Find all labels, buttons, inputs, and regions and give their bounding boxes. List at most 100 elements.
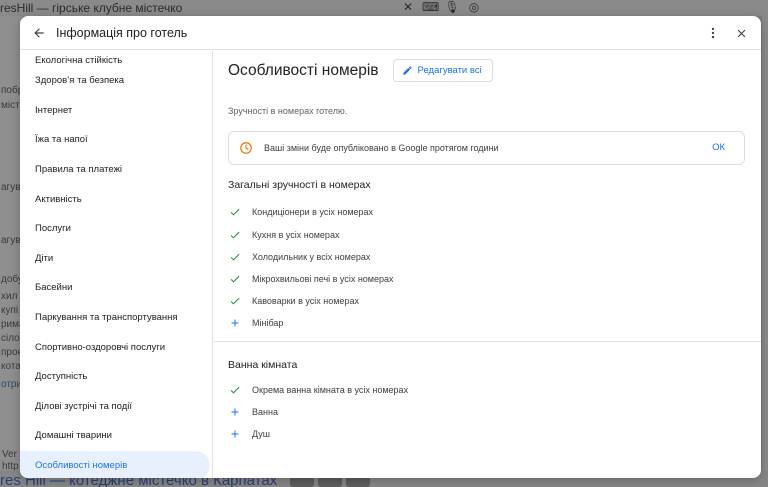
plus-icon: [231, 408, 239, 416]
amenity-label: Окрема ванна кімната в усіх номерах: [252, 385, 409, 395]
amenity-label: Мінібар: [252, 318, 284, 328]
background-fragment: сіло: [1, 333, 20, 344]
amenity-row: Кавоварки в усіх номерах: [228, 294, 359, 308]
amenity-label: Холодильник у всіх номерах: [252, 252, 371, 262]
background-fragment: агув: [1, 182, 21, 193]
sidebar-item[interactable]: Послуги: [20, 214, 212, 244]
sidebar-item-label: Екологічна стійкість: [35, 55, 123, 66]
sidebar-item-label: Басейни: [35, 282, 73, 294]
amenity-group-title: Загальні зручності в номерах: [228, 179, 371, 191]
plus-icon: [231, 319, 239, 327]
microphone-icon: 🎙: [444, 0, 460, 14]
edit-all-button[interactable]: Редагувати всі: [392, 59, 493, 82]
sidebar-item-label: Їжа та напої: [35, 134, 88, 146]
check-icon: [228, 250, 242, 264]
sidebar-item-label: Діти: [35, 252, 54, 264]
dialog-title: Інформація про готель: [56, 25, 188, 40]
check-icon: [230, 231, 240, 239]
amenity-label: Кухня в усіх номерах: [252, 230, 340, 240]
amenity-row[interactable]: Душ: [228, 427, 270, 441]
sidebar-item-label: Правила та платежі: [35, 164, 123, 176]
check-icon: [228, 272, 242, 286]
sidebar-item-label: Доступність: [35, 371, 88, 383]
check-icon: [228, 228, 242, 242]
check-icon: [228, 294, 242, 308]
background-fragment: хил: [1, 291, 18, 302]
check-icon: [230, 386, 240, 394]
hotel-info-dialog: Інформація про готель Екологічна стійкіс…: [20, 16, 761, 478]
background-fragment: кота: [1, 361, 21, 372]
sidebar-item[interactable]: Правила та платежі: [20, 155, 212, 185]
amenity-row: Мікрохвильові печі в усіх номерах: [228, 272, 394, 286]
sidebar-item[interactable]: Ділові зустрічі та події: [20, 392, 212, 422]
publish-notice: Ваші зміни буде опубліковано в Google пр…: [228, 131, 745, 165]
plus-icon: [231, 430, 239, 438]
dialog-header: Інформація про готель: [20, 16, 761, 50]
plus-icon[interactable]: [228, 405, 242, 419]
notice-ok-button[interactable]: ОК: [712, 142, 725, 153]
amenity-row: Холодильник у всіх номерах: [228, 250, 370, 264]
sidebar-item[interactable]: Домашні тварини: [20, 421, 212, 451]
background-fragment: купі: [1, 305, 19, 316]
check-icon: [228, 383, 242, 397]
check-icon: [228, 205, 242, 219]
more-vert-icon: [711, 27, 715, 39]
amenity-row[interactable]: Ванна: [228, 405, 278, 419]
background-fragment: отри: [1, 379, 23, 390]
close-icon: [737, 29, 745, 37]
sidebar-item[interactable]: Діти: [20, 244, 212, 274]
section-subtitle: Зручності в номерах готелю.: [228, 106, 348, 116]
background-fragment: міст: [1, 100, 20, 111]
sidebar-item[interactable]: Екологічна стійкість: [20, 51, 212, 66]
category-sidebar: Екологічна стійкість Здоров’я та безпека І…: [20, 51, 213, 478]
sidebar-item[interactable]: Інтернет: [20, 96, 212, 126]
check-icon: [230, 253, 240, 261]
sidebar-item[interactable]: Активність: [20, 184, 212, 214]
notice-text: Ваші зміни буде опубліковано в Google пр…: [264, 143, 499, 153]
check-icon: [230, 275, 240, 283]
background-topbar: resHill — гірське клубне містечко ✕ ⌨ 🎙 …: [0, 0, 768, 16]
sidebar-item[interactable]: Здоров’я та безпека: [20, 66, 212, 96]
close-button[interactable]: [727, 18, 755, 48]
sidebar-item[interactable]: Доступність: [20, 362, 212, 392]
sidebar-item[interactable]: Особливості номерів: [20, 450, 210, 478]
more-options-button[interactable]: [699, 18, 727, 48]
amenity-row: Кухня в усіх номерах: [228, 228, 339, 242]
amenity-row: Кондиціонери в усіх номерах: [228, 205, 373, 219]
background-left-strip: побра міст агув агув добу хил купі рима …: [0, 16, 29, 487]
sidebar-item[interactable]: Басейни: [20, 273, 212, 303]
plus-icon[interactable]: [228, 316, 242, 330]
sidebar-item-label: Спортивно-оздоровчі послуги: [35, 341, 166, 353]
amenity-row: Окрема ванна кімната в усіх номерах: [228, 383, 408, 397]
background-fragment: Ver: [2, 449, 18, 460]
plus-icon[interactable]: [228, 427, 242, 441]
sidebar-item-label: Ділові зустрічі та події: [35, 400, 133, 412]
edit-all-label: Редагувати всі: [417, 65, 482, 76]
background-right-strip: [762, 16, 768, 476]
section-divider: [214, 341, 761, 342]
keyboard-icon: ⌨: [422, 0, 440, 14]
close-icon: ✕: [402, 0, 414, 14]
sidebar-item-label: Домашні тварини: [35, 430, 112, 442]
clock-icon: [240, 142, 252, 154]
sidebar-item-label: Інтернет: [35, 104, 73, 116]
background-fragment: агув: [1, 235, 21, 246]
sidebar-item-label: Послуги: [35, 223, 71, 235]
sidebar-item[interactable]: Спортивно-оздоровчі послуги: [20, 332, 212, 362]
sidebar-item-label: Активність: [35, 193, 82, 205]
arrow-back-icon: [34, 27, 44, 38]
pencil-icon: [402, 66, 412, 75]
amenity-label: Мікрохвильові печі в усіх номерах: [252, 274, 394, 284]
amenity-label: Кавоварки в усіх номерах: [252, 296, 359, 306]
check-icon: [230, 297, 240, 305]
amenity-row[interactable]: Мінібар: [228, 316, 283, 330]
check-icon: [230, 208, 240, 216]
back-button[interactable]: [24, 18, 54, 48]
sidebar-item[interactable]: Паркування та транспортування: [20, 303, 212, 333]
lens-icon: ◎: [468, 0, 480, 14]
sidebar-item[interactable]: Їжа та напої: [20, 125, 212, 155]
amenity-label: Душ: [252, 429, 271, 439]
amenity-label: Кондиціонери в усіх номерах: [252, 207, 374, 217]
background-tab-title: resHill — гірське клубне містечко: [0, 1, 183, 15]
amenity-group-title: Ванна кімната: [228, 359, 298, 371]
